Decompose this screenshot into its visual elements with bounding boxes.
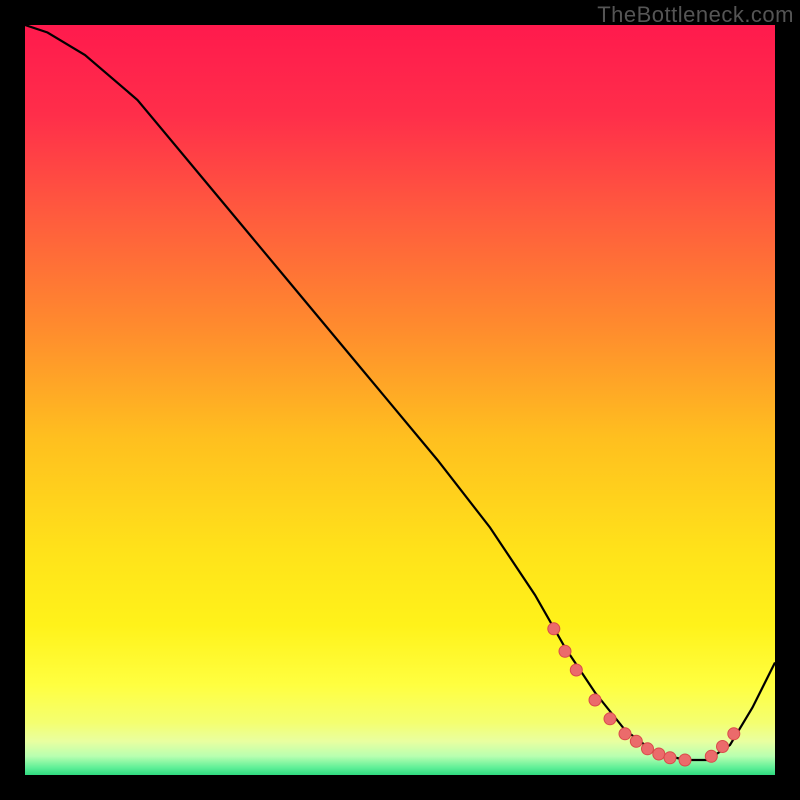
plot-svg bbox=[25, 25, 775, 775]
highlight-dot bbox=[548, 623, 560, 635]
plot-area bbox=[25, 25, 775, 775]
highlight-dot bbox=[589, 694, 601, 706]
highlight-dot bbox=[705, 750, 717, 762]
gradient-rect bbox=[25, 25, 775, 775]
watermark-text: TheBottleneck.com bbox=[597, 2, 794, 28]
highlight-dot bbox=[604, 713, 616, 725]
highlight-dot bbox=[717, 741, 729, 753]
highlight-dot bbox=[642, 743, 654, 755]
highlight-dot bbox=[570, 664, 582, 676]
highlight-dot bbox=[559, 645, 571, 657]
highlight-dot bbox=[630, 735, 642, 747]
highlight-dot bbox=[619, 728, 631, 740]
highlight-dot bbox=[653, 748, 665, 760]
highlight-dot bbox=[664, 752, 676, 764]
highlight-dot bbox=[728, 728, 740, 740]
chart-frame: TheBottleneck.com bbox=[0, 0, 800, 800]
highlight-dot bbox=[679, 754, 691, 766]
